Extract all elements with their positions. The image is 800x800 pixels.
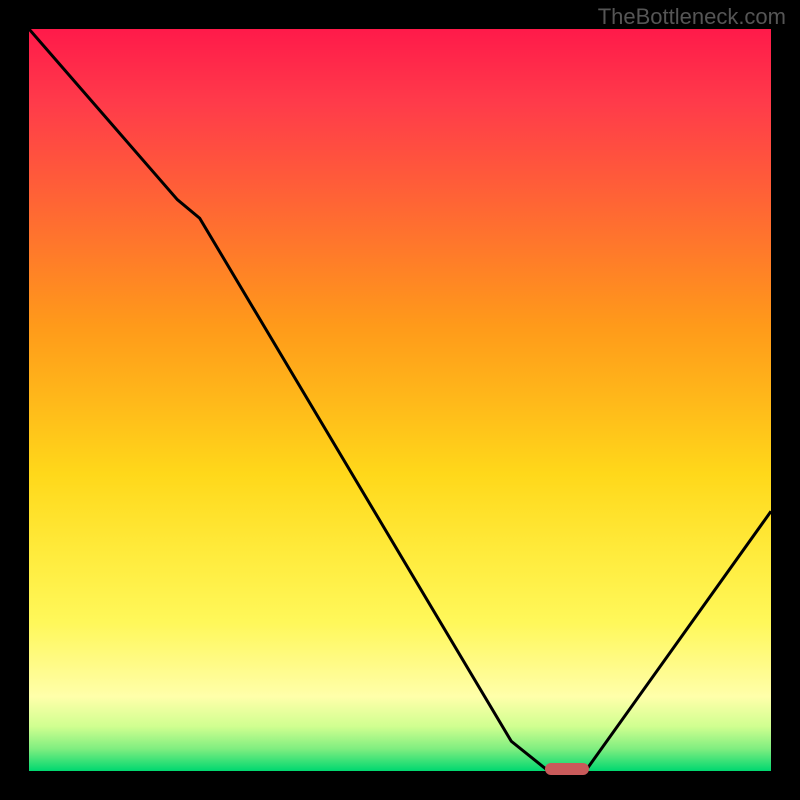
chart-container: TheBottleneck.com	[0, 0, 800, 800]
curve-path	[29, 29, 771, 771]
plot-area	[29, 29, 771, 771]
watermark-text: TheBottleneck.com	[598, 4, 786, 30]
bottleneck-curve	[29, 29, 771, 771]
optimum-marker	[545, 763, 590, 775]
